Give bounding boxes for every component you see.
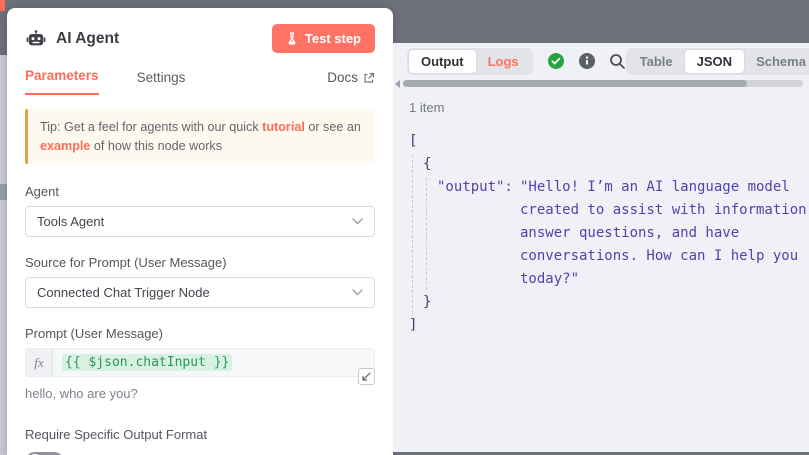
tutorial-link[interactable]: tutorial (262, 120, 305, 134)
expand-expression-button[interactable] (358, 368, 375, 385)
indent-guide (412, 155, 413, 313)
expression-code[interactable]: {{ $json.chatInput }} (62, 354, 232, 371)
info-icon[interactable] (578, 52, 596, 70)
external-link-icon (363, 72, 375, 84)
indent-guide (426, 178, 427, 290)
example-link[interactable]: example (40, 139, 90, 153)
format-tabs: Table JSON Schema (626, 48, 809, 75)
prompt-label: Prompt (User Message) (25, 326, 375, 341)
expression-preview-text: hello, who are you? (25, 386, 375, 401)
items-count: 1 item (409, 100, 809, 115)
prompt-source-select[interactable]: Connected Chat Trigger Node (25, 277, 375, 308)
chevron-down-icon (352, 289, 363, 296)
tip-text: Tip: Get a feel for agents with our quic… (40, 120, 262, 134)
chevron-down-icon (352, 218, 363, 225)
output-status-icons (547, 52, 626, 70)
scroll-left-arrow-icon[interactable] (395, 80, 400, 88)
canvas-node-fragment (0, 0, 5, 11)
view-tabs: Output Logs (407, 48, 533, 75)
scrollbar-track[interactable] (403, 80, 803, 87)
node-header: AI Agent Test step (7, 8, 393, 53)
scrollbar-thumb[interactable] (403, 80, 747, 87)
flask-icon (286, 32, 298, 45)
test-step-button[interactable]: Test step (272, 24, 375, 53)
output-header: Output Logs (393, 43, 809, 76)
horizontal-scrollbar (395, 80, 809, 87)
output-format-label: Require Specific Output Format (25, 427, 375, 442)
json-brace-close: } (409, 291, 809, 314)
node-title: AI Agent (56, 30, 119, 48)
robot-icon (25, 28, 47, 50)
json-brace-open: { (409, 153, 809, 176)
settings-tabs: Parameters Settings Docs (7, 68, 393, 95)
prompt-expression-input[interactable]: fx {{ $json.chatInput }} (25, 348, 375, 377)
search-icon[interactable] (609, 53, 626, 70)
json-key: "output": (437, 176, 520, 199)
success-check-icon (547, 52, 565, 70)
parameters-body: Tip: Get a feel for agents with our quic… (7, 95, 393, 455)
output-panel: Output Logs (393, 43, 809, 452)
tab-json[interactable]: JSON (685, 50, 744, 73)
tip-callout: Tip: Get a feel for agents with our quic… (25, 109, 375, 164)
tab-settings[interactable]: Settings (137, 70, 186, 95)
background-panel-edge (0, 55, 7, 455)
json-output-view: [ { "output": "Hello! I’m an AI language… (409, 130, 809, 337)
tab-schema[interactable]: Schema (744, 50, 809, 73)
source-label: Source for Prompt (User Message) (25, 255, 375, 270)
fx-badge: fx (26, 349, 53, 376)
agent-select[interactable]: Tools Agent (25, 206, 375, 237)
json-bracket-close: ] (409, 314, 809, 337)
tab-output[interactable]: Output (409, 50, 476, 73)
json-value: "Hello! I’m an AI language model created… (520, 176, 809, 291)
tab-parameters[interactable]: Parameters (25, 68, 99, 95)
docs-link[interactable]: Docs (327, 70, 375, 95)
agent-label: Agent (25, 184, 375, 199)
json-key-value-row: "output": "Hello! I’m an AI language mod… (409, 176, 809, 291)
json-bracket-open: [ (409, 130, 809, 153)
tab-table[interactable]: Table (628, 50, 685, 73)
node-settings-panel: AI Agent Test step Parameters Settings D… (7, 8, 393, 455)
tab-logs[interactable]: Logs (476, 50, 531, 73)
